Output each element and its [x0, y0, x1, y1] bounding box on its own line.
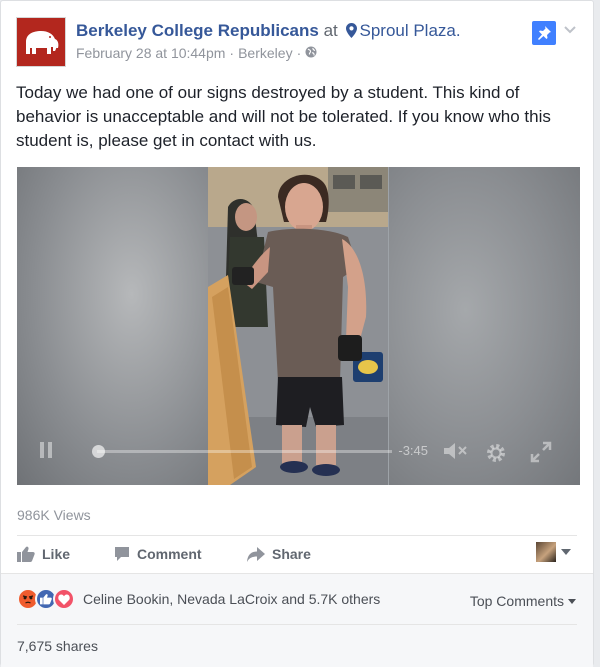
page-logo-elephant[interactable] [16, 17, 66, 67]
comment-icon [115, 547, 129, 561]
page-name-link[interactable]: Berkeley College Republicans [76, 21, 319, 40]
video-controls: -3:45 [17, 439, 580, 463]
share-count[interactable]: 7,675 shares [17, 638, 98, 654]
caret-down-icon [561, 549, 571, 555]
top-comments-label: Top Comments [469, 593, 564, 609]
pin-icon [538, 26, 551, 40]
comment-button[interactable]: Comment [114, 546, 202, 562]
post-location[interactable]: Berkeley [238, 45, 292, 61]
meta-separator: · [296, 45, 302, 61]
like-label: Like [42, 546, 71, 562]
video-scrubber-handle[interactable] [92, 445, 105, 458]
post-text: Today we had one of our signs destroyed … [16, 83, 551, 150]
video-blur-right [389, 167, 580, 485]
location-pin-icon [346, 23, 358, 43]
settings-gear-icon[interactable] [484, 441, 508, 465]
video-blur-left [17, 167, 208, 485]
top-comments-dropdown[interactable]: Top Comments [470, 593, 576, 609]
volume-muted-icon[interactable] [442, 441, 468, 461]
reaction-icons[interactable] [17, 588, 75, 610]
like-button[interactable]: Like [17, 546, 70, 562]
love-reaction-icon [53, 588, 75, 610]
video-progress-bar[interactable] [92, 445, 392, 458]
view-count[interactable]: 986K Views [17, 507, 91, 523]
footer-divider [17, 624, 577, 625]
video-still-image [208, 167, 388, 485]
fullscreen-icon[interactable] [530, 441, 552, 463]
post-card: Berkeley College Republicans at Sproul P… [0, 0, 594, 667]
share-arrow-icon [247, 547, 265, 562]
at-word: at [323, 21, 338, 40]
post-as-selector[interactable] [536, 542, 571, 562]
pinned-post-button[interactable] [532, 21, 556, 45]
globe-icon[interactable] [305, 45, 317, 61]
thumbs-up-icon [17, 546, 35, 562]
share-label: Share [272, 546, 311, 562]
comment-label: Comment [137, 546, 202, 562]
share-button[interactable]: Share [247, 546, 311, 562]
action-bar: Like Comment Share [17, 535, 577, 574]
video-frame [208, 167, 388, 485]
post-timestamp[interactable]: February 28 at 10:44pm [76, 45, 225, 61]
post-options-chevron-icon[interactable] [562, 21, 578, 37]
video-player[interactable]: -3:45 [17, 167, 580, 485]
viewer-avatar [536, 542, 556, 562]
reaction-names-link[interactable]: Celine Bookin, Nevada LaCroix and 5.7K o… [83, 591, 380, 607]
post-meta: February 28 at 10:44pm · Berkeley · [76, 45, 317, 61]
elephant-icon [26, 31, 59, 54]
meta-separator: · [229, 45, 235, 61]
place-link[interactable]: Sproul Plaza. [359, 21, 460, 40]
post-header: Berkeley College Republicans at Sproul P… [16, 17, 578, 67]
post-footer: Celine Bookin, Nevada LaCroix and 5.7K o… [1, 573, 593, 667]
caret-down-icon [568, 598, 576, 604]
post-title-line: Berkeley College Republicans at Sproul P… [76, 21, 461, 43]
video-time-remaining: -3:45 [398, 443, 428, 458]
pause-icon[interactable] [39, 441, 53, 459]
